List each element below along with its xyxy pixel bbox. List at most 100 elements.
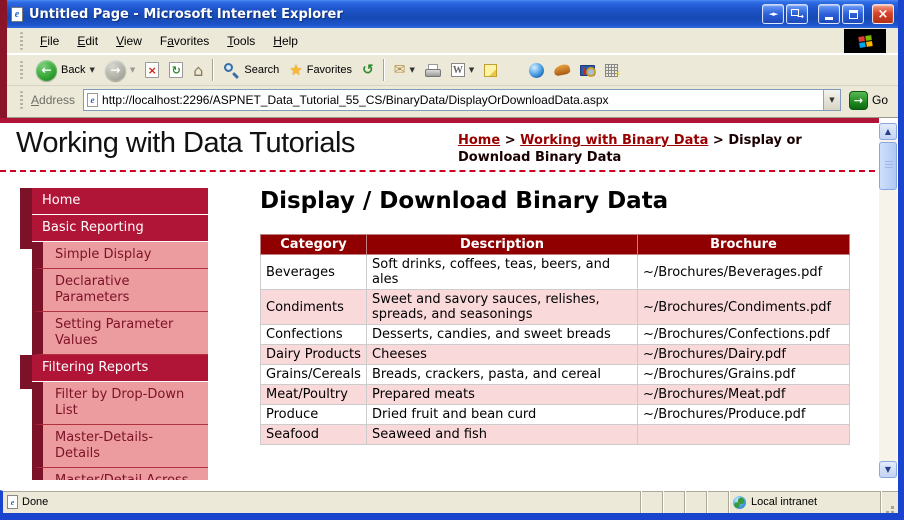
favorites-button[interactable]: ★ Favorites — [284, 59, 357, 81]
status-bar: e Done Local intranet — [0, 490, 898, 513]
column-header-brochure: Brochure — [637, 235, 849, 255]
title-bar[interactable]: e Untitled Page - Microsoft Internet Exp… — [0, 0, 904, 28]
cell-description: Sweet and savory sauces, relishes, sprea… — [367, 290, 638, 325]
resize-grip[interactable] — [880, 491, 898, 513]
cell-category: Meat/Poultry — [261, 385, 367, 405]
go-button[interactable]: → Go — [841, 91, 898, 110]
status-pane-empty — [684, 491, 706, 513]
cell-category: Condiments — [261, 290, 367, 325]
cell-category: Seafood — [261, 425, 367, 445]
status-page-icon: e — [7, 495, 18, 509]
address-label: Address — [31, 93, 75, 107]
menu-item-tools[interactable]: Tools — [218, 30, 264, 52]
vertical-scrollbar[interactable]: ▲ ▼ — [879, 123, 897, 478]
cell-category: Dairy Products — [261, 345, 367, 365]
scrollbar-thumb[interactable] — [879, 142, 897, 190]
sidebar-item-master-details-details[interactable]: Master-Details-Details — [32, 425, 208, 468]
menu-item-file[interactable]: File — [31, 30, 68, 52]
sidebar-item-declarative-parameters[interactable]: Declarative Parameters — [32, 269, 208, 312]
sidebar-item-master-detail-across-two-pages[interactable]: Master/Detail Across Two Pages — [32, 468, 208, 480]
main-content: Display / Download Binary Data CategoryD… — [260, 188, 850, 445]
sidebar-item-setting-parameter-values[interactable]: Setting Parameter Values — [32, 312, 208, 355]
addressbar-grip[interactable] — [20, 91, 23, 109]
menu-bar-items: FileEditViewFavoritesToolsHelp — [31, 30, 307, 52]
history-icon: ↺ — [362, 62, 374, 78]
print-button[interactable] — [420, 62, 446, 79]
menu-item-edit[interactable]: Edit — [68, 30, 107, 52]
table-row: ProduceDried fruit and bean curd~/Brochu… — [261, 405, 850, 425]
menu-item-view[interactable]: View — [107, 30, 151, 52]
mail-button[interactable]: ✉ ▼ — [389, 60, 420, 80]
page-title: Display / Download Binary Data — [260, 188, 850, 214]
scroll-up-button[interactable]: ▲ — [879, 123, 897, 140]
breadcrumb-link-home[interactable]: Home — [458, 133, 500, 148]
menu-bar: FileEditViewFavoritesToolsHelp — [0, 28, 898, 54]
back-button[interactable]: ← Back ▼ — [31, 58, 100, 83]
refresh-button[interactable]: ↻ — [164, 60, 188, 80]
go-label: Go — [872, 93, 888, 107]
table-row: ConfectionsDesserts, candies, and sweet … — [261, 325, 850, 345]
search-label: Search — [244, 64, 279, 76]
menu-item-help[interactable]: Help — [264, 30, 307, 52]
cell-description: Prepared meats — [367, 385, 638, 405]
scroll-down-button[interactable]: ▼ — [879, 461, 897, 478]
cell-brochure: ~/Brochures/Condiments.pdf — [637, 290, 849, 325]
stop-button[interactable]: × — [140, 60, 164, 80]
plugin-grid-button[interactable]: ⚡ — [600, 62, 623, 79]
minimize-button[interactable] — [818, 4, 840, 24]
window-popout-button[interactable]: → — [786, 4, 808, 24]
toolbar-grip[interactable] — [20, 61, 23, 79]
address-field: e ▼ — [83, 89, 841, 111]
search-icon — [223, 62, 240, 79]
sidebar-item-home[interactable]: Home — [32, 188, 208, 215]
stop-icon: × — [145, 62, 159, 78]
forward-dropdown-icon: ▼ — [130, 66, 135, 74]
breadcrumb-separator: > — [708, 133, 728, 148]
search-button[interactable]: Search — [218, 60, 284, 81]
cell-brochure: ~/Brochures/Grains.pdf — [637, 365, 849, 385]
home-button[interactable]: ⌂ — [188, 59, 208, 82]
forward-icon: → — [105, 60, 126, 81]
column-header-description: Description — [367, 235, 638, 255]
cell-brochure: ~/Brochures/Produce.pdf — [637, 405, 849, 425]
table-row: BeveragesSoft drinks, coffees, teas, bee… — [261, 255, 850, 290]
word-dropdown-icon[interactable]: ▼ — [469, 66, 474, 74]
toolbar-separator — [212, 59, 214, 81]
status-text: Done — [22, 496, 48, 508]
cell-description: Seaweed and fish — [367, 425, 638, 445]
table-row: Dairy ProductsCheeses~/Brochures/Dairy.p… — [261, 345, 850, 365]
address-dropdown-button[interactable]: ▼ — [823, 90, 840, 110]
sidebar-item-simple-display[interactable]: Simple Display — [32, 242, 208, 269]
back-dropdown-icon[interactable]: ▼ — [89, 66, 94, 74]
column-header-category: Category — [261, 235, 367, 255]
menu-item-favorites[interactable]: Favorites — [151, 30, 218, 52]
edit-with-word-button[interactable]: W ▼ — [446, 61, 479, 79]
minimize-icon — [825, 17, 833, 20]
sidebar-item-filter-by-drop-down-list[interactable]: Filter by Drop-Down List — [32, 382, 208, 425]
plugin-research-button[interactable] — [575, 63, 600, 78]
sidebar-menu: HomeBasic ReportingSimple DisplayDeclara… — [20, 188, 208, 480]
mail-dropdown-icon[interactable]: ▼ — [409, 66, 414, 74]
categories-table: CategoryDescriptionBrochure BeveragesSof… — [260, 234, 850, 445]
plugin-sphere-button[interactable] — [524, 61, 549, 80]
windows-flag-icon — [858, 35, 872, 48]
breadcrumb-link-working-with-binary-data[interactable]: Working with Binary Data — [520, 133, 708, 148]
browser-viewport: Working with Data Tutorials Home > Worki… — [0, 118, 898, 490]
messenger-note-button[interactable] — [479, 62, 502, 79]
stop-x: × — [148, 64, 157, 77]
plugin-shoe-button[interactable] — [549, 63, 575, 77]
close-button[interactable]: × — [872, 4, 894, 24]
sidebar-item-basic-reporting[interactable]: Basic Reporting — [32, 215, 208, 242]
home-icon: ⌂ — [193, 61, 203, 80]
maximize-button[interactable] — [842, 4, 864, 24]
window-nav-arrows-button[interactable]: ◄► — [762, 4, 784, 24]
history-button[interactable]: ↺ — [357, 60, 379, 80]
forward-button[interactable]: → ▼ — [100, 58, 140, 83]
site-title: Working with Data Tutorials — [16, 127, 355, 160]
cell-category: Grains/Cereals — [261, 365, 367, 385]
address-input[interactable] — [102, 91, 823, 109]
bolt-icon: ⚡ — [615, 70, 621, 80]
sidebar-item-filtering-reports[interactable]: Filtering Reports — [32, 355, 208, 382]
menubar-grip[interactable] — [20, 32, 23, 50]
cell-description: Dried fruit and bean curd — [367, 405, 638, 425]
